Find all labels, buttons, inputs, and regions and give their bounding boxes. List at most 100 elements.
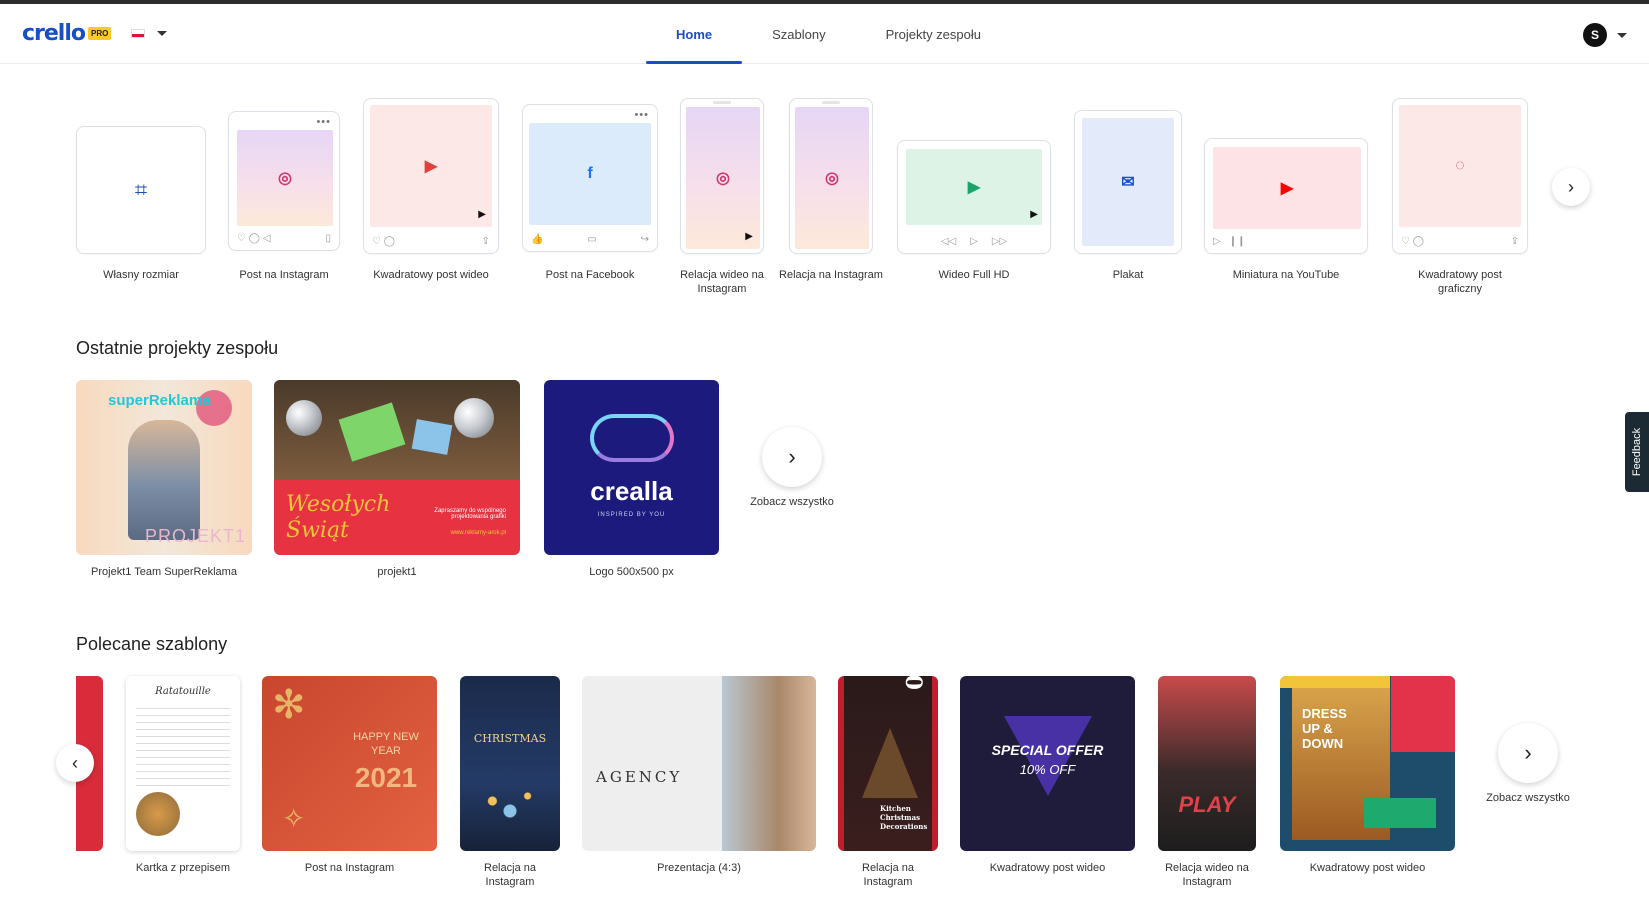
- play-icon: ▶: [745, 231, 753, 242]
- template-card[interactable]: CHRISTMAS: [460, 676, 560, 851]
- video-controls-icons: ▷ ❙❙: [1213, 236, 1246, 247]
- thumb-subtitle: Kitchen Christmas Decorations: [880, 804, 928, 831]
- format-instagram-post[interactable]: ••• ◎ ♡ ◯ ◁ ▯ Post na Instagram: [228, 96, 340, 296]
- format-label: Plakat: [1112, 269, 1144, 281]
- avatar: S: [1583, 23, 1607, 47]
- format-card: ••• f 👍 ▭ ↪: [522, 104, 658, 252]
- user-menu[interactable]: S: [1583, 23, 1627, 47]
- more-icon: •••: [316, 116, 331, 128]
- format-label: Miniatura na YouTube: [1232, 269, 1340, 281]
- format-custom-size[interactable]: ⌗ Własny rozmiar: [76, 96, 206, 296]
- format-label: Własny rozmiar: [103, 269, 179, 281]
- template-card[interactable]: DRESS UP & DOWN: [1280, 676, 1455, 851]
- info-box: [1364, 798, 1436, 828]
- recent-projects-title: Ostatnie projekty zespołu: [76, 338, 279, 358]
- formats-next-button[interactable]: ›: [1552, 168, 1590, 206]
- recent-next-button[interactable]: ›: [762, 427, 822, 487]
- format-card: ••• ◎ ♡ ◯ ◁ ▯: [228, 111, 340, 251]
- template-label: Prezentacja (4:3): [657, 862, 741, 874]
- lights-image: [466, 776, 554, 826]
- play-icon: ▶: [478, 209, 486, 220]
- thumb-subtitle: 2021: [354, 762, 418, 793]
- thumb-title: superReklama: [108, 392, 211, 409]
- video-play-icon: ▶: [906, 149, 1042, 225]
- format-card: ⌗: [76, 126, 206, 254]
- thumb-title: Ratatouille: [155, 686, 211, 697]
- template-card[interactable]: ✻ HAPPY NEW YEAR 2021 ✧: [262, 676, 437, 851]
- facebook-icon: f: [529, 123, 651, 225]
- templates-next-button[interactable]: ›: [1498, 723, 1558, 783]
- video-controls-icons: ◁◁ ▷ ▷▷: [940, 236, 1008, 247]
- templates-prev-button[interactable]: ‹: [56, 744, 94, 782]
- tab-templates[interactable]: Szablony: [742, 4, 855, 64]
- template-label: Post na Instagram: [304, 862, 395, 874]
- template-card[interactable]: Ratatouille: [126, 676, 240, 851]
- template-label: Kwadratowy post wideo: [989, 862, 1106, 874]
- color-block: [1391, 676, 1455, 752]
- template-card[interactable]: SPECIAL OFFER 10% OFF: [960, 676, 1135, 851]
- format-square-graphic[interactable]: ◌ ♡ ◯ ⇪ Kwadratowy post graficzny: [1392, 96, 1528, 296]
- format-instagram-video-story[interactable]: ◎ ▶ Relacja wideo na Instagram: [680, 96, 764, 296]
- recipe-lines: [136, 708, 230, 788]
- crop-icon: ⌗: [134, 177, 148, 202]
- snowflake-icon: ✻: [272, 683, 306, 727]
- recent-project-card[interactable]: Wesołych Świąt Zapraszamy do wspólnego p…: [274, 380, 520, 555]
- recent-project-label: Projekt1 Team SuperReklama: [91, 566, 237, 578]
- templates-see-all-link[interactable]: Zobacz wszystko: [1478, 792, 1578, 804]
- recent-project-label: projekt1: [377, 566, 417, 578]
- template-card[interactable]: PLAY: [1158, 676, 1256, 851]
- template-label: Kwadratowy post wideo: [1309, 862, 1426, 874]
- gift-icon: [411, 419, 453, 455]
- template-card[interactable]: 100 Kitchen Christmas Decorations: [838, 676, 938, 851]
- format-facebook-post[interactable]: ••• f 👍 ▭ ↪ Post na Facebook: [522, 96, 658, 296]
- thumb-subtitle: Zapraszamy do wspólnego projektowania gr…: [434, 508, 506, 520]
- recent-see-all-link[interactable]: Zobacz wszystko: [742, 496, 842, 508]
- thumb-subtitle: PROJEKT1: [144, 526, 246, 546]
- instagram-icon: ◎: [795, 107, 869, 249]
- play-icon: ▶: [1030, 209, 1038, 220]
- thumb-title: 100: [900, 676, 926, 690]
- thumb-title: SPECIAL OFFER: [991, 742, 1104, 758]
- video-play-icon: ▶: [370, 105, 492, 227]
- format-label: Post na Instagram: [239, 269, 329, 281]
- feedback-tab[interactable]: Feedback: [1625, 412, 1649, 492]
- format-poster[interactable]: ✉ Plakat: [1074, 96, 1182, 296]
- post-actions-icons: ♡ ◯ ◁ ▯: [237, 233, 331, 244]
- format-label: Wideo Full HD: [938, 269, 1010, 281]
- post-actions-icons: ♡ ◯ ⇪: [1401, 236, 1519, 247]
- main-nav: Home Szablony Projekty zespołu: [646, 4, 1011, 64]
- thumb-title: DRESS UP & DOWN: [1302, 706, 1347, 751]
- format-card: ◌ ♡ ◯ ⇪: [1392, 98, 1528, 254]
- recent-project-label: Logo 500x500 px: [589, 566, 674, 578]
- food-image: [136, 792, 180, 836]
- thumb-title: PLAY: [1178, 792, 1236, 817]
- youtube-icon: ▶: [1213, 147, 1361, 229]
- thumb-title: crealla: [590, 476, 673, 506]
- crello-logo[interactable]: crello PRO: [22, 21, 112, 46]
- recent-project-card[interactable]: superReklama PROJEKT1: [76, 380, 252, 555]
- heart-logo-icon: [590, 414, 674, 462]
- templates-title: Polecane szablony: [76, 634, 228, 654]
- format-full-hd-video[interactable]: ▶ ▶ ◁◁ ▷ ▷▷ Wideo Full HD: [897, 96, 1051, 296]
- candy-cane-icon: ✧: [282, 803, 306, 834]
- template-card[interactable]: AGENCY: [582, 676, 816, 851]
- template-label: Kartka z przepisem: [135, 862, 231, 874]
- thumb-photo: [722, 676, 816, 851]
- tree-image: [862, 728, 918, 798]
- format-label: Relacja na Instagram: [779, 269, 883, 281]
- chevron-down-icon: [1617, 32, 1627, 38]
- tab-home[interactable]: Home: [646, 4, 743, 64]
- format-youtube-thumbnail[interactable]: ▶ ▷ ❙❙ Miniatura na YouTube: [1204, 96, 1368, 296]
- app-header: crello PRO Home Szablony Projekty zespoł…: [0, 4, 1649, 64]
- language-selector[interactable]: [131, 29, 167, 38]
- format-square-video[interactable]: ▶ ▶ ♡ ◯ ⇪ Kwadratowy post wideo: [363, 96, 499, 296]
- format-card: ◎ ▶: [680, 98, 764, 254]
- graphic-icon: ◌: [1399, 105, 1521, 227]
- thumb-title: HAPPY NEW YEAR: [353, 731, 419, 757]
- polish-flag-icon: [131, 29, 145, 38]
- feedback-label: Feedback: [1631, 427, 1643, 477]
- thumb-subtitle: INSPIRED BY YOU: [597, 512, 666, 518]
- format-instagram-story[interactable]: ◎ Relacja na Instagram: [779, 96, 883, 296]
- tab-team-projects[interactable]: Projekty zespołu: [856, 4, 1011, 64]
- recent-project-card[interactable]: crealla INSPIRED BY YOU: [544, 380, 719, 555]
